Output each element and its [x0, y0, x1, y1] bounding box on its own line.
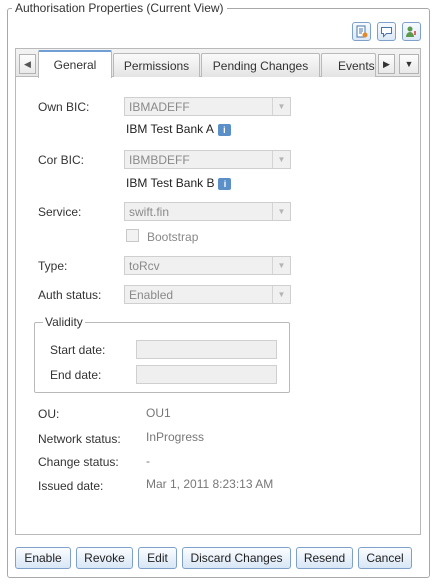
own-bic-label: Own BIC: — [38, 100, 90, 114]
issued-date-value: Mar 1, 2011 8:23:13 AM — [146, 477, 274, 491]
service-value: swift.fin — [129, 205, 170, 219]
resend-button[interactable]: Resend — [296, 547, 353, 569]
bootstrap-label: Bootstrap — [147, 230, 199, 244]
validity-group: Validity Start date: End date: — [34, 315, 290, 393]
own-bic-select[interactable]: IBMADEFF ▼ — [124, 97, 291, 116]
ou-label: OU: — [38, 407, 60, 421]
chevron-down-icon: ▼ — [272, 98, 290, 115]
document-edit-icon[interactable] — [352, 22, 371, 41]
toolbar — [352, 22, 421, 41]
type-label: Type: — [38, 259, 68, 273]
chevron-down-icon: ▼ — [272, 286, 290, 303]
end-date-field[interactable] — [136, 365, 277, 384]
cor-bic-select[interactable]: IBMBDEFF ▼ — [124, 150, 291, 169]
action-bar: Enable Revoke Edit Discard Changes Resen… — [15, 547, 412, 569]
validity-legend: Validity — [43, 315, 85, 329]
tab-label: Pending Changes — [212, 58, 309, 73]
tab-permissions[interactable]: Permissions — [113, 53, 200, 77]
cancel-button[interactable]: Cancel — [358, 547, 412, 569]
auth-status-select[interactable]: Enabled ▼ — [124, 285, 291, 304]
scroll-left-button[interactable]: ◀ — [19, 54, 36, 74]
chevron-down-icon: ▼ — [404, 59, 414, 69]
cor-bank-name-text: IBM Test Bank B — [126, 176, 215, 190]
tab-pending-changes[interactable]: Pending Changes — [201, 53, 320, 77]
bootstrap-checkbox[interactable] — [126, 229, 139, 242]
comment-icon[interactable] — [377, 22, 396, 41]
type-value: toRcv — [129, 259, 160, 273]
service-label: Service: — [38, 205, 82, 219]
cor-bic-label: Cor BIC: — [38, 153, 85, 167]
end-date-label: End date: — [50, 368, 102, 382]
own-bank-name-text: IBM Test Bank A — [126, 122, 214, 136]
tab-label: Events — [338, 58, 375, 73]
cor-bic-value: IBMBDEFF — [129, 153, 190, 167]
start-date-label: Start date: — [50, 343, 106, 357]
tab-strip: ◀ General Permissions Pending Changes Ev… — [16, 49, 420, 78]
properties-panel: ◀ General Permissions Pending Changes Ev… — [15, 48, 421, 535]
scroll-right-button[interactable]: ▶ — [378, 54, 395, 74]
service-select[interactable]: swift.fin ▼ — [124, 202, 291, 221]
info-icon[interactable]: i — [218, 177, 232, 190]
auth-status-value: Enabled — [129, 288, 174, 302]
chevron-left-icon: ◀ — [24, 58, 31, 69]
edit-button[interactable]: Edit — [138, 547, 177, 569]
discard-changes-button[interactable]: Discard Changes — [182, 547, 291, 569]
window-title: Authorisation Properties (Current View) — [12, 1, 227, 15]
enable-button[interactable]: Enable — [15, 547, 71, 569]
chevron-right-icon: ▶ — [383, 58, 390, 69]
cor-bank-name: IBM Test Bank Bi — [126, 176, 232, 190]
issued-date-label: Issued date: — [38, 479, 104, 493]
tab-general[interactable]: General — [38, 50, 112, 78]
tab-label: Permissions — [123, 58, 190, 73]
user-alert-icon[interactable] — [402, 22, 421, 41]
type-select[interactable]: toRcv ▼ — [124, 256, 291, 275]
tab-label: General — [53, 58, 97, 72]
network-status-label: Network status: — [38, 432, 121, 446]
chevron-down-icon: ▼ — [272, 257, 290, 274]
change-status-label: Change status: — [38, 455, 119, 469]
start-date-field[interactable] — [136, 340, 277, 359]
ou-value: OU1 — [146, 406, 171, 420]
own-bank-name: IBM Test Bank Ai — [126, 122, 231, 136]
auth-status-label: Auth status: — [38, 288, 102, 302]
change-status-value: - — [146, 454, 150, 468]
tab-list-dropdown[interactable]: ▼ — [399, 54, 419, 74]
tab-events[interactable]: Events — [321, 53, 376, 77]
info-icon[interactable]: i — [217, 123, 231, 136]
own-bic-value: IBMADEFF — [129, 100, 190, 114]
chevron-down-icon: ▼ — [272, 203, 290, 220]
chevron-down-icon: ▼ — [272, 151, 290, 168]
revoke-button[interactable]: Revoke — [76, 547, 133, 569]
network-status-value: InProgress — [146, 430, 205, 444]
